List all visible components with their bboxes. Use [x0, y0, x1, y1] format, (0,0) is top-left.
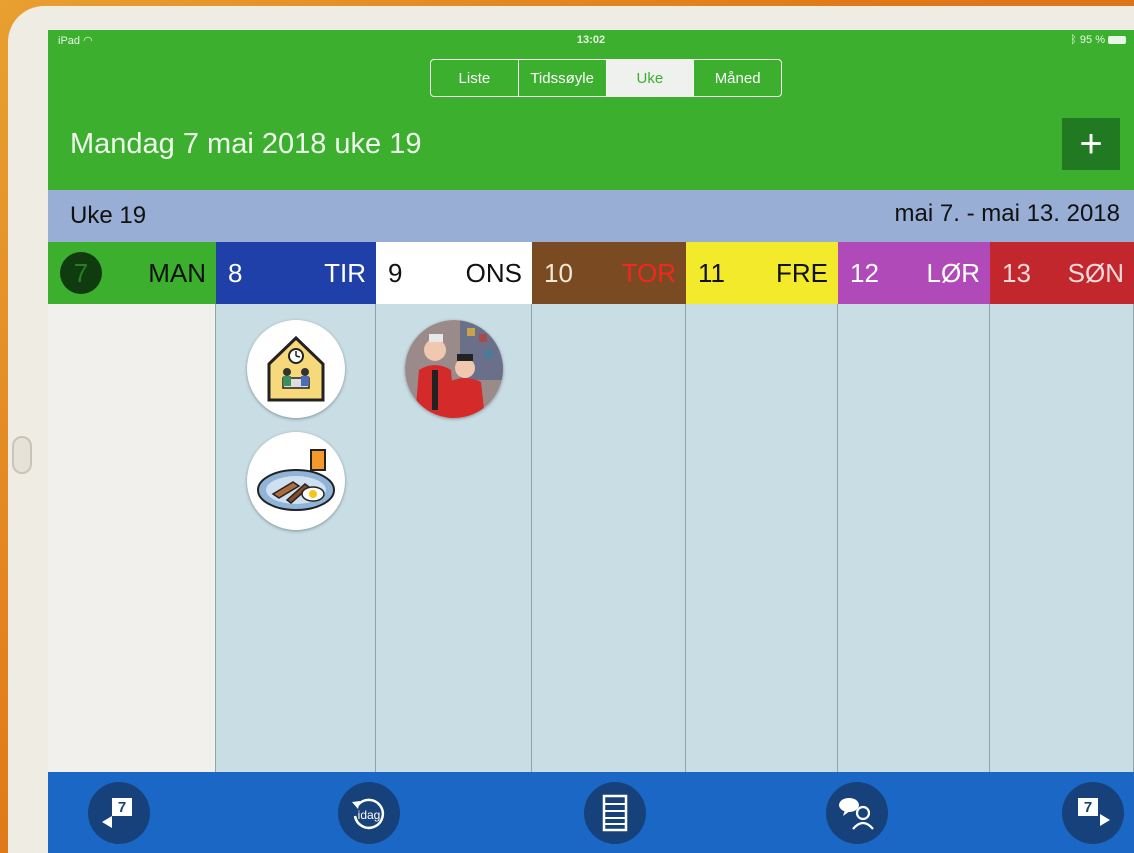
day-name: TIR [324, 257, 366, 288]
day-header-ons[interactable]: 9 ONS [376, 242, 532, 304]
contacts-button[interactable] [826, 782, 888, 844]
tab-uke[interactable]: Uke [606, 60, 695, 96]
event-people-photo[interactable] [405, 320, 503, 418]
page-title: Mandag 7 mai 2018 uke 19 [70, 128, 422, 160]
week-badge: 7 [1084, 799, 1092, 816]
list-icon [602, 794, 628, 832]
day-column-tir[interactable] [216, 304, 376, 772]
day-headers: 7 MAN 8 TIR 9 ONS 10 TOR 11 FRE 12 LØR 13 SØN [48, 242, 1134, 304]
day-name: ONS [465, 257, 522, 288]
event-meeting-room[interactable] [247, 320, 345, 418]
day-header-man[interactable]: 7 MAN [48, 242, 216, 304]
day-number: 9 [388, 257, 403, 288]
day-name: FRE [776, 257, 828, 288]
next-week-button[interactable]: 7 [1062, 782, 1124, 844]
day-column-fre[interactable] [686, 304, 838, 772]
app-screen: iPad ◠ 13:02 ᛒ 95 % Liste Tidssøyle Uke … [48, 30, 1134, 853]
day-number: 12 [850, 257, 879, 288]
day-column-man[interactable] [48, 304, 216, 772]
contacts-icon [839, 798, 874, 830]
add-event-button[interactable]: + [1062, 118, 1120, 170]
day-name: SØN [1067, 257, 1124, 288]
tab-maned[interactable]: Måned [694, 60, 781, 96]
week-badge: 7 [118, 799, 126, 816]
prev-week-icon: 7 [102, 798, 132, 828]
day-number: 10 [544, 257, 573, 288]
event-breakfast-plate[interactable] [247, 432, 345, 530]
view-switcher: Liste Tidssøyle Uke Måned [430, 59, 782, 97]
day-number: 8 [228, 257, 243, 288]
today-label: idag [358, 808, 381, 822]
status-time: 13:02 [576, 34, 606, 46]
app-header: iPad ◠ 13:02 ᛒ 95 % Liste Tidssøyle Uke … [48, 30, 1134, 190]
day-name: TOR [621, 257, 676, 288]
day-column-tor[interactable] [532, 304, 686, 772]
battery-status: ᛒ 95 % [1070, 34, 1126, 46]
bottom-toolbar: 7 idag 7 [48, 772, 1134, 853]
people-photo-icon [405, 320, 503, 418]
today-button[interactable]: idag [338, 782, 400, 844]
day-header-tor[interactable]: 10 TOR [532, 242, 686, 304]
day-header-tir[interactable]: 8 TIR [216, 242, 376, 304]
side-button [12, 436, 32, 474]
status-bar: iPad ◠ 13:02 ᛒ 95 % [48, 30, 1134, 50]
day-header-lør[interactable]: 12 LØR [838, 242, 990, 304]
week-label: Uke 19 [70, 202, 147, 229]
tab-tidssoyle[interactable]: Tidssøyle [519, 60, 607, 96]
bluetooth-icon: ᛒ [1070, 34, 1077, 46]
day-header-fre[interactable]: 11 FRE [686, 242, 838, 304]
day-column-lør[interactable] [838, 304, 990, 772]
tab-liste[interactable]: Liste [431, 60, 519, 96]
breakfast-plate-icon [247, 432, 345, 530]
day-header-søn[interactable]: 13 SØN [990, 242, 1134, 304]
list-button[interactable] [584, 782, 646, 844]
day-number: 13 [1002, 257, 1031, 288]
meeting-room-icon [247, 320, 345, 418]
prev-week-button[interactable]: 7 [88, 782, 150, 844]
day-name: MAN [148, 257, 206, 288]
day-number: 7 [60, 252, 102, 294]
week-bar: Uke 19 mai 7. - mai 13. 2018 [48, 190, 1134, 242]
refresh-icon: idag [352, 798, 385, 830]
day-name: LØR [926, 257, 980, 288]
next-week-icon: 7 [1078, 798, 1110, 826]
week-grid [48, 304, 1134, 772]
battery-icon [1108, 36, 1126, 45]
day-number: 11 [698, 257, 725, 288]
day-column-søn[interactable] [990, 304, 1134, 772]
week-range: mai 7. - mai 13. 2018 [894, 200, 1120, 227]
day-column-ons[interactable] [376, 304, 532, 772]
